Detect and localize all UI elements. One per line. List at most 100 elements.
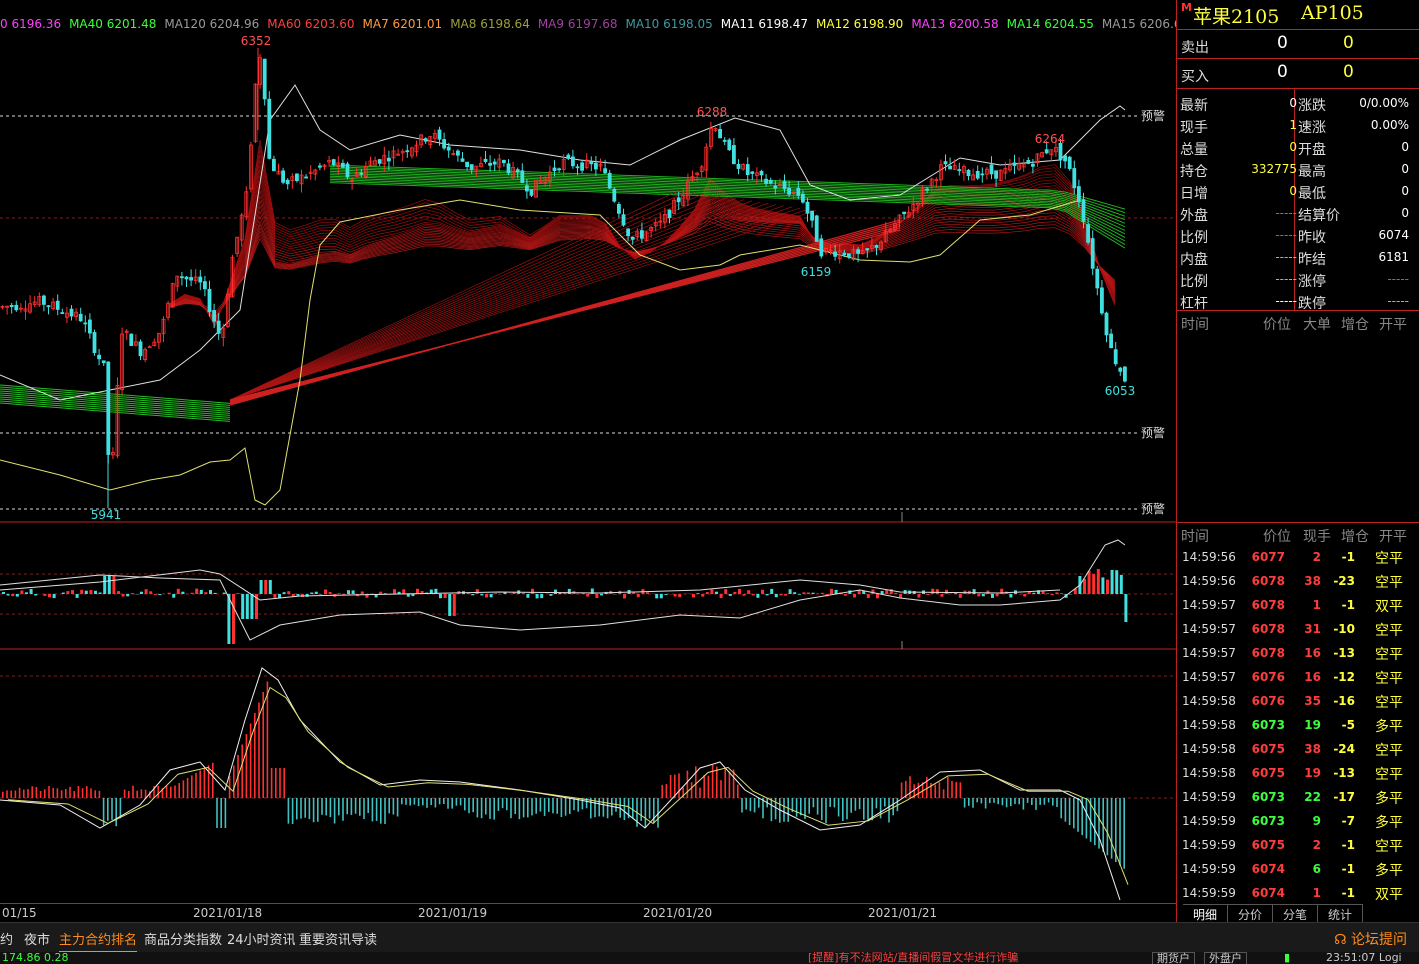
date-label: 2021/01/19 bbox=[418, 906, 488, 920]
tick-row[interactable]: 14:59:56 6077 2 -1 空平 bbox=[1177, 545, 1419, 569]
oi-bar bbox=[715, 591, 718, 594]
tick-oi-change: -12 bbox=[1333, 670, 1355, 684]
oi-bar bbox=[314, 591, 318, 594]
oi-bar bbox=[25, 592, 28, 594]
macd-bar bbox=[1110, 798, 1113, 859]
tick-row[interactable]: 14:59:59 6074 6 -1 多平 bbox=[1177, 857, 1419, 881]
macd-bar bbox=[359, 798, 361, 816]
candle bbox=[621, 214, 626, 226]
ma-legend-item[interactable]: 0 6196.36 bbox=[0, 17, 61, 31]
tick-row[interactable]: 14:59:58 6075 19 -13 空平 bbox=[1177, 761, 1419, 785]
status-clock: 23:51:07 Logi bbox=[1326, 952, 1402, 964]
tab-key-news[interactable]: 重要资讯导读 bbox=[299, 929, 377, 948]
oi-bar bbox=[227, 594, 231, 644]
ma-legend-item[interactable]: MA60 6203.60 bbox=[267, 17, 354, 31]
tab-commodity-index[interactable]: 商品分类指数 bbox=[144, 929, 222, 948]
bid-row[interactable]: 买入 0 0 bbox=[1177, 59, 1419, 88]
candle bbox=[819, 238, 824, 257]
tick-row[interactable]: 14:59:57 6078 31 -10 空平 bbox=[1177, 617, 1419, 641]
tick-row[interactable]: 14:59:56 6078 38 -23 空平 bbox=[1177, 569, 1419, 593]
tick-oi-change: -5 bbox=[1341, 718, 1355, 732]
ma-legend-item[interactable]: MA7 6201.01 bbox=[363, 17, 443, 31]
candle bbox=[317, 165, 322, 168]
tab-stats[interactable]: 统计 bbox=[1318, 904, 1364, 922]
ma-legend-item[interactable]: MA11 6198.47 bbox=[721, 17, 808, 31]
ma-legend-item[interactable]: MA14 6204.55 bbox=[1007, 17, 1094, 31]
oi-bar bbox=[747, 590, 751, 594]
forum-button[interactable]: ☊ 论坛提问 bbox=[1334, 929, 1407, 949]
ma-legend-item[interactable]: MA13 6200.58 bbox=[911, 17, 998, 31]
candle bbox=[594, 162, 598, 170]
macd-bar bbox=[443, 798, 445, 804]
chart-area[interactable]: 预警 预警 预警 6352 6288 6264 5941 6159 6053 0 6196.36… bbox=[0, 0, 1176, 922]
oi-bar bbox=[181, 591, 185, 594]
tick-volume: 16 bbox=[1304, 670, 1321, 684]
contract-title[interactable]: M 苹果2105 AP105 bbox=[1177, 0, 1419, 30]
tick-row[interactable]: 14:59:59 6073 22 -17 多平 bbox=[1177, 785, 1419, 809]
candle bbox=[465, 161, 470, 167]
tick-row[interactable]: 14:59:59 6073 9 -7 多平 bbox=[1177, 809, 1419, 833]
oi-bar bbox=[797, 594, 801, 595]
macd-bar bbox=[1010, 798, 1012, 807]
tab-24h-news[interactable]: 24小时资讯 bbox=[227, 929, 296, 948]
col-oi: 增仓 bbox=[1341, 529, 1369, 545]
tick-detail-list[interactable]: 时间 价位 现手 增仓 开平 14:59:56 6077 2 -1 空平 14:59:56… bbox=[1177, 523, 1419, 905]
ma-legend-item[interactable]: MA15 6206.61 bbox=[1102, 17, 1176, 31]
tick-row[interactable]: 14:59:57 6078 1 -1 双平 bbox=[1177, 593, 1419, 617]
macd-bar bbox=[993, 798, 995, 803]
tab-night-market[interactable]: 夜市 bbox=[24, 929, 50, 948]
macd-bar bbox=[371, 798, 374, 822]
macd-bar bbox=[170, 786, 172, 798]
macd-bar bbox=[191, 775, 193, 798]
ma-legend-item[interactable]: MA40 6201.48 bbox=[69, 17, 156, 31]
large-order-list[interactable]: 时间 价位 大单 增仓 开平 bbox=[1177, 311, 1419, 523]
tick-row[interactable]: 14:59:59 6074 1 -1 双平 bbox=[1177, 881, 1419, 905]
tab-ticks[interactable]: 分笔 bbox=[1273, 904, 1319, 922]
tick-time: 14:59:57 bbox=[1182, 646, 1236, 660]
macd-bar bbox=[52, 787, 54, 798]
status-notice[interactable]: [提醒]有不法网站/直播间假冒文华进行诈骗 bbox=[808, 952, 1018, 964]
ask-row[interactable]: 卖出 0 0 bbox=[1177, 30, 1419, 59]
ma-legend-item[interactable]: MA120 6204.96 bbox=[164, 17, 259, 31]
ma-legend-item[interactable]: MA10 6198.05 bbox=[625, 17, 712, 31]
oi-bar bbox=[411, 594, 415, 597]
macd-bar bbox=[354, 798, 357, 814]
ma-legend-item[interactable]: MA8 6198.64 bbox=[450, 17, 530, 31]
macd-bar bbox=[846, 798, 848, 820]
tick-time: 14:59:59 bbox=[1182, 886, 1236, 900]
tick-row[interactable]: 14:59:57 6078 16 -13 空平 bbox=[1177, 641, 1419, 665]
tick-row[interactable]: 14:59:59 6075 2 -1 空平 bbox=[1177, 833, 1419, 857]
tick-type: 空平 bbox=[1375, 575, 1403, 591]
tick-volume: 16 bbox=[1304, 646, 1321, 660]
tick-row[interactable]: 14:59:58 6073 19 -5 多平 bbox=[1177, 713, 1419, 737]
kline-chart[interactable]: 预警预警预警635262886264594161596053 bbox=[0, 0, 1176, 922]
stat-row: 外盘 ----- 结算价 0 bbox=[1177, 202, 1419, 224]
macd-bar bbox=[1077, 798, 1079, 832]
candle bbox=[640, 230, 644, 239]
tab-price-dist[interactable]: 分价 bbox=[1228, 904, 1274, 922]
oi-bar bbox=[149, 591, 153, 594]
tab-main-contract-rank[interactable]: 主力合约排名 bbox=[59, 929, 138, 953]
tick-row[interactable]: 14:59:58 6076 35 -16 空平 bbox=[1177, 689, 1419, 713]
oi-bar bbox=[443, 594, 447, 598]
ma-legend-item[interactable]: MA9 6197.68 bbox=[538, 17, 618, 31]
macd-bar bbox=[186, 777, 189, 798]
oi-bar bbox=[176, 588, 180, 594]
oi-bar bbox=[126, 594, 130, 597]
tick-row[interactable]: 14:59:57 6076 16 -12 空平 bbox=[1177, 665, 1419, 689]
tick-volume: 38 bbox=[1304, 574, 1321, 588]
macd-bar bbox=[115, 798, 117, 827]
oi-bar bbox=[811, 592, 815, 594]
oi-bar bbox=[347, 590, 350, 594]
tick-oi-change: -13 bbox=[1333, 646, 1355, 660]
ma-legend-item[interactable]: MA12 6198.90 bbox=[816, 17, 903, 31]
foreign-account-button[interactable]: 外盘户 bbox=[1204, 952, 1247, 964]
tick-row[interactable]: 14:59:58 6075 38 -24 空平 bbox=[1177, 737, 1419, 761]
oi-bar bbox=[264, 580, 268, 594]
tab-detail[interactable]: 明细 bbox=[1183, 904, 1229, 922]
tab-contract[interactable]: 约 bbox=[0, 929, 13, 948]
futures-account-button[interactable]: 期货户 bbox=[1152, 952, 1195, 964]
stat-value: ----- bbox=[1275, 272, 1297, 286]
candle bbox=[718, 128, 722, 139]
macd-bar bbox=[800, 798, 802, 816]
